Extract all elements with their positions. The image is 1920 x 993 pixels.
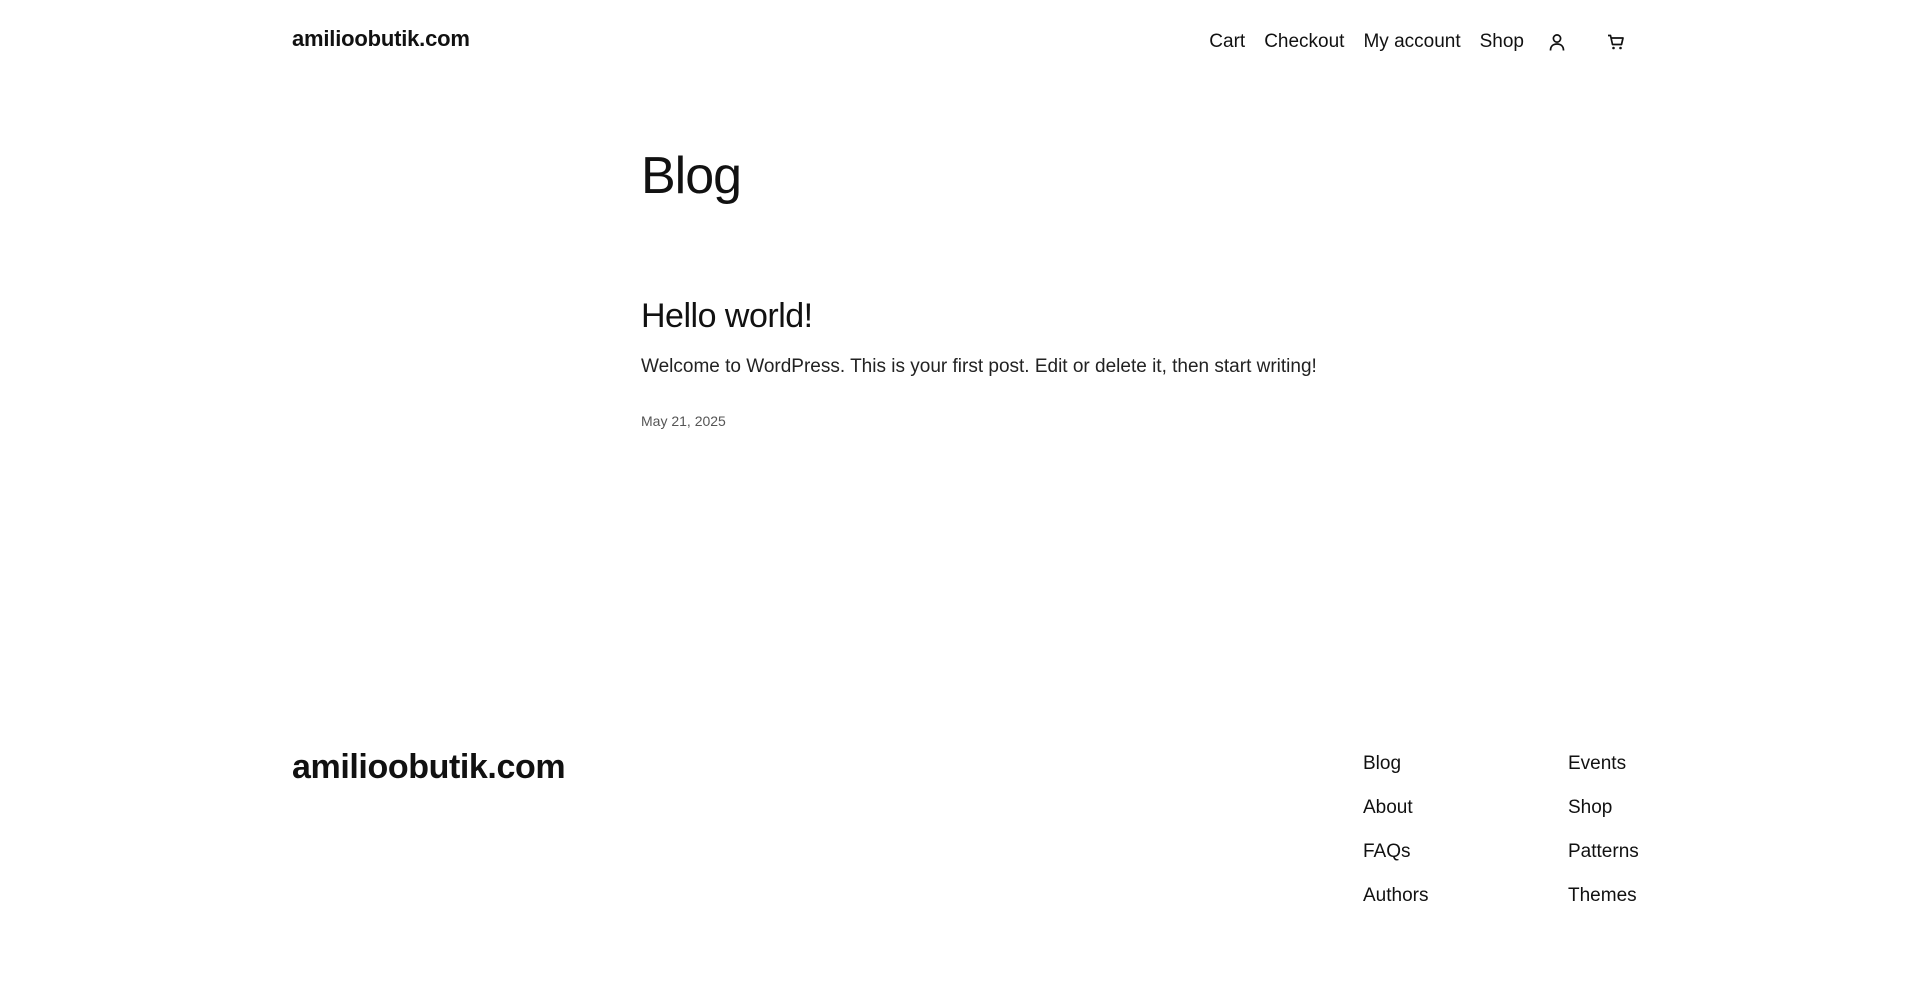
footer-nav-column-1: Blog About FAQs Authors xyxy=(1363,752,1428,908)
site-title-link[interactable]: amilioobutik.com xyxy=(292,26,470,52)
footer-link-faqs[interactable]: FAQs xyxy=(1363,840,1428,864)
nav-cart-link[interactable]: Cart xyxy=(1209,30,1245,54)
footer-link-themes[interactable]: Themes xyxy=(1568,884,1639,908)
post-title-link[interactable]: Hello world! xyxy=(641,297,813,335)
footer-link-about[interactable]: About xyxy=(1363,796,1428,820)
account-icon[interactable] xyxy=(1545,30,1569,54)
page-title: Blog xyxy=(641,147,742,205)
footer-site-title-link[interactable]: amilioobutik.com xyxy=(292,748,566,787)
header-nav: Cart Checkout My account Shop xyxy=(1209,30,1628,54)
nav-checkout-link[interactable]: Checkout xyxy=(1264,30,1344,54)
footer-link-blog[interactable]: Blog xyxy=(1363,752,1428,776)
post-date-link[interactable]: May 21, 2025 xyxy=(641,413,726,429)
page: amilioobutik.com Cart Checkout My accoun… xyxy=(0,0,1920,993)
footer-link-authors[interactable]: Authors xyxy=(1363,884,1428,908)
footer-link-patterns[interactable]: Patterns xyxy=(1568,840,1639,864)
post-title: Hello world! xyxy=(641,296,813,337)
footer-link-events[interactable]: Events xyxy=(1568,752,1639,776)
nav-shop-link[interactable]: Shop xyxy=(1480,30,1524,54)
footer-link-shop[interactable]: Shop xyxy=(1568,796,1639,820)
post-excerpt: Welcome to WordPress. This is your first… xyxy=(641,356,1317,377)
nav-my-account-link[interactable]: My account xyxy=(1363,30,1460,54)
footer-nav-column-2: Events Shop Patterns Themes xyxy=(1568,752,1639,908)
cart-icon[interactable] xyxy=(1604,30,1628,54)
